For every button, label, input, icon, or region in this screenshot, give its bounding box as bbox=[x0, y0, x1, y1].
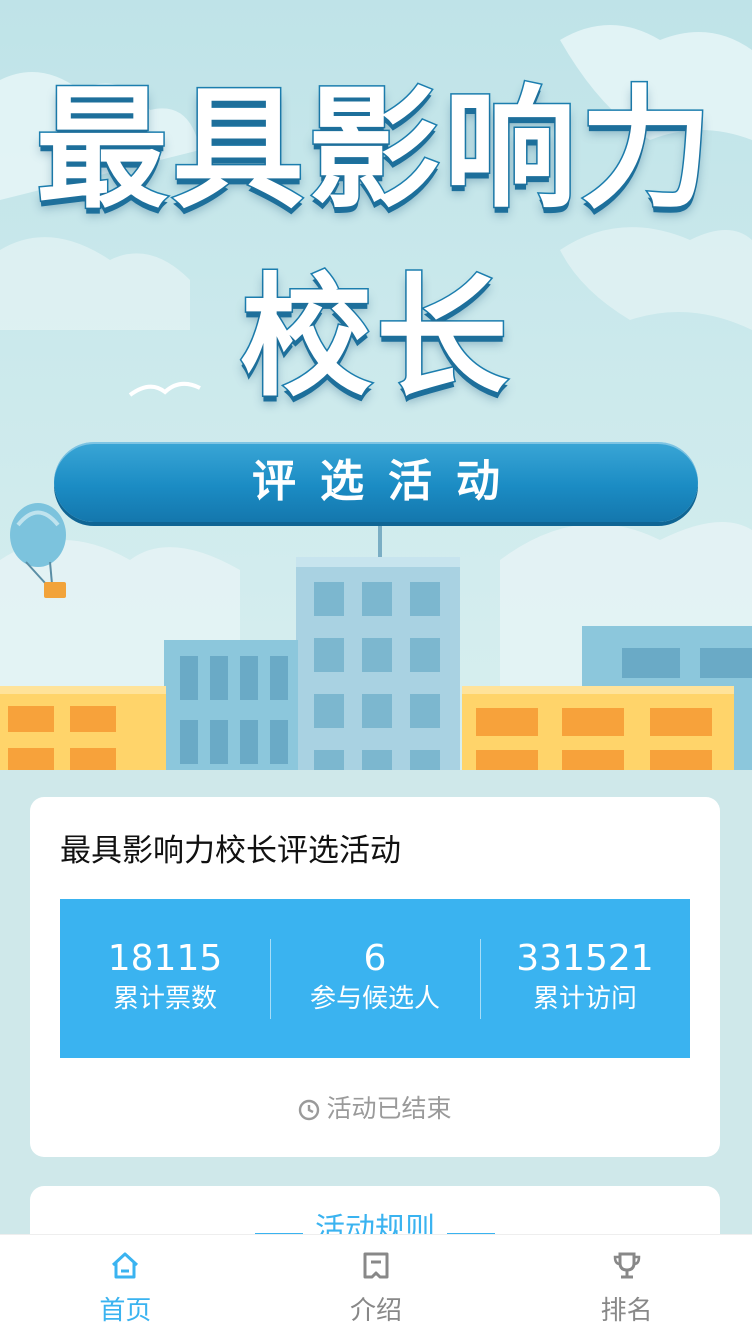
trophy-icon bbox=[613, 1252, 640, 1279]
stat-total-votes: 18115 累计票数 bbox=[60, 937, 270, 1019]
activity-status-text: 活动已结束 bbox=[326, 1094, 452, 1123]
stat-total-visits: 331521 累计访问 bbox=[480, 937, 690, 1019]
banner-subtitle: 评选活动 bbox=[54, 442, 698, 522]
activity-status: 活动已结束 bbox=[30, 1089, 720, 1129]
bottom-tab-bar: 首页 介绍 排名 bbox=[0, 1234, 752, 1336]
stat-candidates: 6 参与候选人 bbox=[270, 937, 480, 1019]
tab-label: 介绍 bbox=[350, 1296, 403, 1326]
banner: 最具影响力 校长 评选活动 bbox=[0, 0, 752, 770]
info-icon bbox=[363, 1252, 389, 1279]
home-icon bbox=[112, 1252, 139, 1279]
stat-label: 参与候选人 bbox=[309, 983, 440, 1014]
banner-title-line2: 校长 bbox=[239, 260, 512, 417]
stat-value: 331521 bbox=[516, 937, 654, 979]
stat-label: 累计票数 bbox=[112, 983, 217, 1014]
stat-value: 6 bbox=[363, 937, 387, 979]
banner-title-line1: 最具影响力 bbox=[35, 72, 716, 229]
tab-label: 排名 bbox=[600, 1296, 653, 1326]
tab-home[interactable]: 首页 bbox=[0, 1235, 251, 1336]
stats-panel: 18115 累计票数 6 参与候选人 331521 累计访问 bbox=[60, 899, 690, 1058]
tab-intro[interactable]: 介绍 bbox=[251, 1235, 502, 1336]
tab-ranking[interactable]: 排名 bbox=[501, 1235, 752, 1336]
stat-label: 累计访问 bbox=[532, 983, 637, 1014]
activity-title: 最具影响力校长评选活动 bbox=[60, 833, 401, 869]
stat-value: 18115 bbox=[107, 937, 223, 979]
clock-icon bbox=[299, 1099, 320, 1121]
tab-label: 首页 bbox=[99, 1296, 152, 1326]
activity-info-card: 最具影响力校长评选活动 18115 累计票数 6 参与候选人 331521 累计… bbox=[30, 797, 720, 1157]
